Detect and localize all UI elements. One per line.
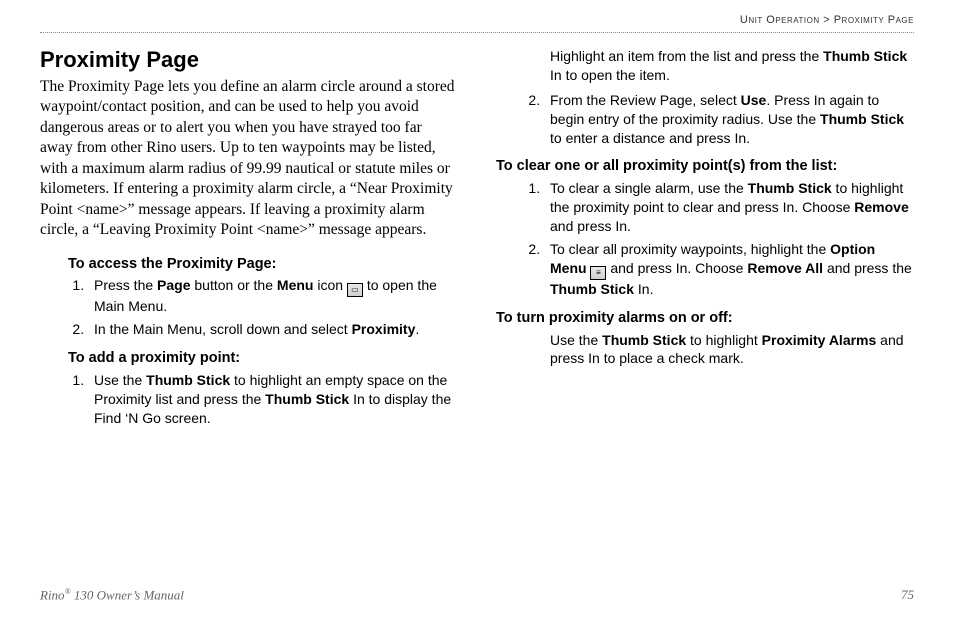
bold-thumbstick: Thumb Stick (820, 111, 904, 127)
text: Use the (94, 372, 146, 388)
text: and press In. Choose (606, 260, 747, 276)
heading-toggle: To turn proximity alarms on or off: (496, 309, 914, 328)
bold-thumbstick: Thumb Stick (146, 372, 230, 388)
manual-label: 130 Owner’s Manual (71, 587, 184, 602)
bold-thumbstick: Thumb Stick (265, 391, 349, 407)
bold-page: Page (157, 277, 190, 293)
list-item: From the Review Page, select Use. Press … (544, 91, 914, 148)
bold-menu: Menu (277, 277, 314, 293)
page-number: 75 (901, 587, 914, 603)
bold-thumbstick: Thumb Stick (823, 48, 907, 64)
text: to highlight (686, 332, 762, 348)
column-right: Highlight an item from the list and pres… (496, 47, 914, 438)
breadcrumb-page: Proximity Page (834, 14, 914, 26)
text: icon (313, 277, 346, 293)
add-steps: Use the Thumb Stick to highlight an empt… (88, 371, 458, 428)
list-item: To clear all proximity waypoints, highli… (544, 240, 914, 299)
text: and press the (823, 260, 912, 276)
footer-left: Rino® 130 Owner’s Manual (40, 587, 184, 603)
page-columns: Proximity Page The Proximity Page lets y… (40, 47, 914, 438)
text: To clear all proximity waypoints, highli… (550, 241, 830, 257)
text: Use the (550, 332, 602, 348)
text: . (415, 321, 419, 337)
bold-remove-all: Remove All (747, 260, 823, 276)
breadcrumb: Unit Operation > Proximity Page (40, 10, 914, 32)
page-footer: Rino® 130 Owner’s Manual 75 (40, 587, 914, 603)
list-item: Use the Thumb Stick to highlight an empt… (88, 371, 458, 428)
bold-proximity-alarms: Proximity Alarms (762, 332, 877, 348)
clear-steps: To clear a single alarm, use the Thumb S… (544, 179, 914, 298)
product-name: Rino (40, 587, 65, 602)
bold-use: Use (741, 92, 767, 108)
text: In to open the item. (550, 67, 670, 83)
text: to enter a distance and press In. (550, 130, 750, 146)
header-divider (40, 32, 914, 33)
toggle-body: Use the Thumb Stick to highlight Proximi… (550, 331, 914, 369)
page-title: Proximity Page (40, 47, 458, 73)
text: Press the (94, 277, 157, 293)
bold-proximity: Proximity (352, 321, 416, 337)
text: Highlight an item from the list and pres… (550, 48, 823, 64)
text: To clear a single alarm, use the (550, 180, 748, 196)
list-item: To clear a single alarm, use the Thumb S… (544, 179, 914, 236)
menu-icon: ▭ (347, 283, 363, 297)
text: In. (634, 281, 653, 297)
bold-thumbstick: Thumb Stick (602, 332, 686, 348)
heading-clear: To clear one or all proximity point(s) f… (496, 157, 914, 176)
option-menu-icon: ≡ (590, 266, 606, 280)
bold-thumbstick: Thumb Stick (550, 281, 634, 297)
text: button or the (191, 277, 277, 293)
heading-access: To access the Proximity Page: (68, 255, 458, 274)
add-steps-cont: From the Review Page, select Use. Press … (544, 91, 914, 148)
text: From the Review Page, select (550, 92, 741, 108)
intro-paragraph: The Proximity Page lets you define an al… (40, 77, 458, 241)
heading-add: To add a proximity point: (68, 349, 458, 368)
text: In the Main Menu, scroll down and select (94, 321, 352, 337)
bold-thumbstick: Thumb Stick (748, 180, 832, 196)
add-step1-continuation: Highlight an item from the list and pres… (550, 47, 914, 85)
list-item: In the Main Menu, scroll down and select… (88, 320, 458, 339)
text: and press In. (550, 218, 631, 234)
column-left: Proximity Page The Proximity Page lets y… (40, 47, 458, 438)
list-item: Press the Page button or the Menu icon ▭… (88, 276, 458, 316)
breadcrumb-sep: > (820, 14, 834, 26)
breadcrumb-section: Unit Operation (740, 14, 820, 26)
access-steps: Press the Page button or the Menu icon ▭… (88, 276, 458, 339)
bold-remove: Remove (854, 199, 908, 215)
